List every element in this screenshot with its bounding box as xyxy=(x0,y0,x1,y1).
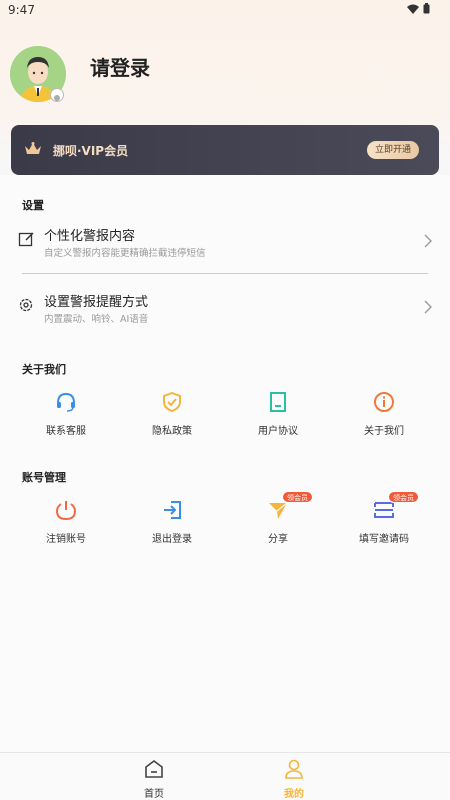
headset-icon xyxy=(55,391,77,413)
about-grid: 联系客服 隐私政策 用户协议 关于我们 xyxy=(0,391,450,451)
profile-header[interactable]: 请登录 xyxy=(10,46,430,106)
gear-icon xyxy=(18,297,34,317)
grid-label: 填写邀请码 xyxy=(359,534,409,545)
info-icon xyxy=(373,391,395,413)
account-grid: 注销账号 退出登录 领会员 分享 领会员 填写邀请码 xyxy=(0,491,450,559)
grid-label: 分享 xyxy=(268,534,288,545)
grid-label: 联系客服 xyxy=(46,426,86,437)
login-prompt[interactable]: 请登录 xyxy=(90,52,150,81)
grid-label: 隐私政策 xyxy=(152,426,192,437)
setting-subtitle: 内置震动、响铃、AI语音 xyxy=(44,314,149,325)
invite-code-button[interactable]: 领会员 填写邀请码 xyxy=(334,491,434,559)
grid-label: 关于我们 xyxy=(364,426,404,437)
shield-icon xyxy=(161,391,183,413)
share-button[interactable]: 领会员 分享 xyxy=(228,491,328,559)
chevron-right-icon xyxy=(424,299,432,318)
vip-open-button[interactable]: 立即开通 xyxy=(366,141,419,159)
vip-label: 挪呗·VIP会员 xyxy=(53,144,129,158)
privacy-policy-button[interactable]: 隐私政策 xyxy=(122,391,222,451)
settings-content: 设置 个性化警报内容 自定义警报内容能更精确拦截违停短信 设置警报提醒方式 内置… xyxy=(0,175,450,752)
cancel-account-button[interactable]: 注销账号 xyxy=(16,499,116,559)
battery-icon xyxy=(423,3,430,14)
wifi-icon xyxy=(407,4,419,14)
setting-row-alert-method[interactable]: 设置警报提醒方式 内置震动、响铃、AI语音 xyxy=(18,289,432,339)
vip-badge: 领会员 xyxy=(282,491,313,503)
section-title-settings: 设置 xyxy=(22,199,44,212)
tab-label: 我的 xyxy=(284,789,304,800)
contact-support-button[interactable]: 联系客服 xyxy=(16,391,116,451)
section-title-about: 关于我们 xyxy=(22,363,66,376)
document-icon xyxy=(267,391,289,413)
tab-mine[interactable]: 我的 xyxy=(264,759,324,800)
logout-icon xyxy=(161,499,183,521)
vip-badge: 领会员 xyxy=(388,491,419,503)
section-title-account: 账号管理 xyxy=(22,471,66,484)
bottom-tab-bar: 首页 我的 xyxy=(0,752,450,800)
divider xyxy=(22,273,428,274)
about-us-button[interactable]: 关于我们 xyxy=(334,391,434,451)
user-agreement-button[interactable]: 用户协议 xyxy=(228,391,328,451)
setting-row-alert-content[interactable]: 个性化警报内容 自定义警报内容能更精确拦截违停短信 xyxy=(18,223,432,273)
status-bar: 9:47 xyxy=(0,0,450,22)
edit-icon xyxy=(18,231,34,251)
chevron-right-icon xyxy=(424,233,432,252)
vip-banner[interactable]: 挪呗·VIP会员 立即开通 xyxy=(11,125,439,175)
grid-label: 用户协议 xyxy=(258,426,298,437)
setting-title: 个性化警报内容 xyxy=(44,229,136,244)
grid-label: 退出登录 xyxy=(152,534,192,545)
tab-home[interactable]: 首页 xyxy=(124,759,184,800)
setting-title: 设置警报提醒方式 xyxy=(44,295,149,310)
setting-subtitle: 自定义警报内容能更精确拦截违停短信 xyxy=(44,248,206,259)
crown-icon xyxy=(24,141,42,160)
home-icon xyxy=(144,759,164,783)
power-icon xyxy=(55,499,77,521)
tab-label: 首页 xyxy=(144,789,164,800)
user-icon xyxy=(284,759,304,783)
logout-button[interactable]: 退出登录 xyxy=(122,499,222,559)
avatar-edit-badge[interactable] xyxy=(50,88,64,102)
status-time: 9:47 xyxy=(8,3,35,17)
grid-label: 注销账号 xyxy=(46,534,86,545)
